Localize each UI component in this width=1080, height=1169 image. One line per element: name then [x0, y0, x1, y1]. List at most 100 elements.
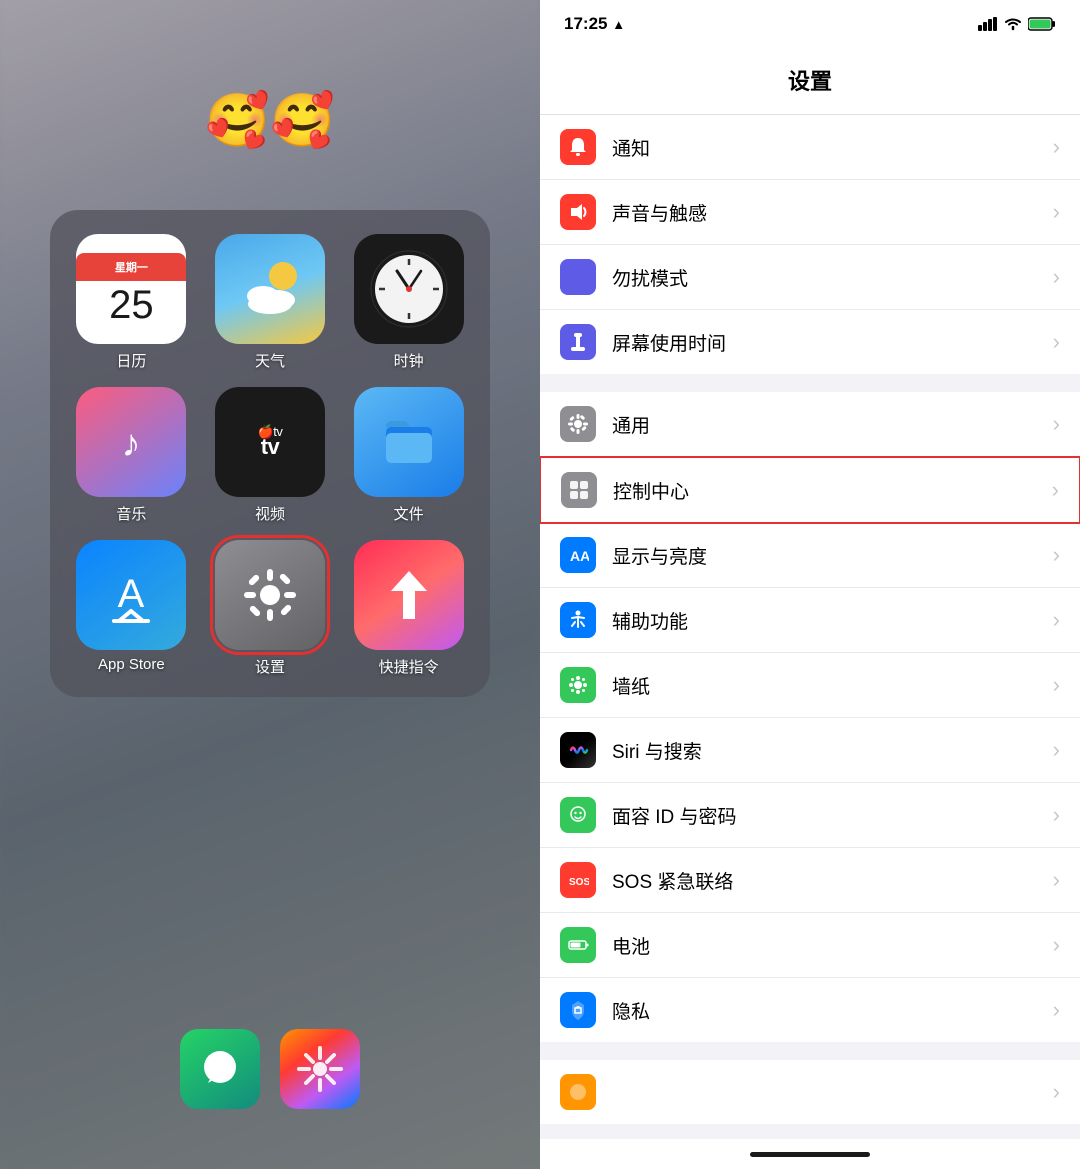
battery-status-icon — [1028, 17, 1056, 31]
settings-row-controlcenter[interactable]: 控制中心 — [540, 456, 1080, 524]
appstore-icon[interactable]: A — [76, 540, 186, 650]
tv-label: 视频 — [255, 503, 285, 524]
svg-text:tv: tv — [261, 434, 281, 459]
appstore-svg: A — [99, 563, 163, 627]
tv-svg: 🍎tv tv — [230, 412, 310, 472]
controlcenter-label: 控制中心 — [613, 477, 1052, 504]
battery-label: 电池 — [612, 932, 1053, 959]
settings-row-notifications[interactable]: 通知 — [540, 115, 1080, 180]
svg-text:AA: AA — [570, 548, 589, 564]
settings-group-2: 通用 控制中心 AA — [540, 392, 1080, 1042]
accessibility-chevron — [1053, 607, 1060, 633]
general-chevron — [1053, 411, 1060, 437]
more-icon — [560, 1074, 596, 1110]
calendar-icon[interactable]: 星期一 25 — [76, 234, 186, 344]
faceid-label: 面容 ID 与密码 — [612, 802, 1053, 829]
settings-row-more[interactable] — [540, 1060, 1080, 1124]
display-label: 显示与亮度 — [612, 542, 1053, 569]
appstore-label: App Store — [98, 656, 165, 673]
settings-group-1: 通知 声音与触感 勿扰模式 屏幕使 — [540, 115, 1080, 374]
clock-icon[interactable] — [354, 234, 464, 344]
weather-svg — [235, 254, 305, 324]
faceid-icon — [560, 797, 596, 833]
music-svg: ♪ — [101, 412, 161, 472]
app-item-appstore[interactable]: A App Store — [70, 540, 193, 677]
screentime-icon — [560, 324, 596, 360]
battery-chevron — [1053, 932, 1060, 958]
accessibility-label: 辅助功能 — [612, 607, 1053, 634]
controlcenter-icon — [561, 472, 597, 508]
dnd-label: 勿扰模式 — [612, 264, 1053, 291]
settings-row-siri[interactable]: Siri 与搜索 — [540, 718, 1080, 783]
tv-icon[interactable]: 🍎tv tv — [215, 387, 325, 497]
wallpaper-icon — [560, 667, 596, 703]
settings-row-privacy[interactable]: 隐私 — [540, 978, 1080, 1042]
general-label: 通用 — [612, 411, 1053, 438]
shortcuts-svg — [377, 563, 441, 627]
sos-label: SOS 紧急联络 — [612, 867, 1053, 894]
app-item-clock[interactable]: 时钟 — [347, 234, 470, 371]
settings-row-display[interactable]: AA 显示与亮度 — [540, 523, 1080, 588]
clock-label: 时钟 — [394, 350, 424, 371]
status-icons — [978, 17, 1056, 31]
settings-row-faceid[interactable]: 面容 ID 与密码 — [540, 783, 1080, 848]
app-item-tv[interactable]: 🍎tv tv 视频 — [209, 387, 332, 524]
settings-row-wallpaper[interactable]: 墙纸 — [540, 653, 1080, 718]
notifications-label: 通知 — [612, 134, 1053, 161]
settings-label: 设置 — [255, 656, 285, 677]
settings-group-3 — [540, 1060, 1080, 1124]
settings-row-dnd[interactable]: 勿扰模式 — [540, 245, 1080, 310]
svg-text:SOS: SOS — [569, 877, 589, 888]
bottom-bar — [540, 1139, 1080, 1169]
status-bar: 17:25 ▲ — [540, 0, 1080, 48]
siri-icon — [560, 732, 596, 768]
app-item-music[interactable]: ♪ 音乐 — [70, 387, 193, 524]
app-folder: 星期一 25 日历 天气 — [50, 210, 490, 697]
status-time: 17:25 ▲ — [564, 14, 625, 34]
app-item-calendar[interactable]: 星期一 25 日历 — [70, 234, 193, 371]
app-item-files[interactable]: 文件 — [347, 387, 470, 524]
siri-chevron — [1053, 737, 1060, 763]
screentime-chevron — [1053, 329, 1060, 355]
dock-area — [20, 1029, 520, 1109]
sounds-icon — [560, 194, 596, 230]
emoji-decoration: 🥰🥰 — [0, 90, 540, 151]
settings-row-sounds[interactable]: 声音与触感 — [540, 180, 1080, 245]
calendar-label: 日历 — [116, 350, 146, 371]
calendar-date: 25 — [109, 281, 154, 325]
privacy-label: 隐私 — [612, 997, 1053, 1024]
dock-messages-icon[interactable] — [180, 1029, 260, 1109]
shortcuts-icon[interactable] — [354, 540, 464, 650]
settings-row-accessibility[interactable]: 辅助功能 — [540, 588, 1080, 653]
wallpaper-label: 墙纸 — [612, 672, 1053, 699]
signal-icon — [978, 17, 998, 31]
music-icon[interactable]: ♪ — [76, 387, 186, 497]
files-svg — [374, 407, 444, 477]
weather-icon[interactable] — [215, 234, 325, 344]
settings-list: 通知 声音与触感 勿扰模式 屏幕使 — [540, 115, 1080, 1139]
siri-label: Siri 与搜索 — [612, 737, 1053, 764]
app-item-shortcuts[interactable]: 快捷指令 — [347, 540, 470, 677]
files-icon[interactable] — [354, 387, 464, 497]
sos-icon: SOS — [560, 862, 596, 898]
settings-row-general[interactable]: 通用 — [540, 392, 1080, 457]
clock-svg — [369, 249, 449, 329]
settings-icon[interactable] — [215, 540, 325, 650]
files-label: 文件 — [394, 503, 424, 524]
notifications-icon — [560, 129, 596, 165]
dock-photos-icon[interactable] — [280, 1029, 360, 1109]
calendar-weekday: 星期一 — [76, 253, 186, 281]
settings-title: 设置 — [540, 48, 1080, 115]
faceid-chevron — [1053, 802, 1060, 828]
settings-svg — [238, 563, 302, 627]
sos-chevron — [1053, 867, 1060, 893]
settings-row-screentime[interactable]: 屏幕使用时间 — [540, 310, 1080, 374]
privacy-chevron — [1053, 997, 1060, 1023]
svg-text:♪: ♪ — [122, 423, 141, 465]
app-item-weather[interactable]: 天气 — [209, 234, 332, 371]
settings-row-battery[interactable]: 电池 — [540, 913, 1080, 978]
wifi-icon — [1004, 17, 1022, 31]
app-item-settings[interactable]: 设置 — [209, 540, 332, 677]
sounds-chevron — [1053, 199, 1060, 225]
settings-row-sos[interactable]: SOS SOS 紧急联络 — [540, 848, 1080, 913]
